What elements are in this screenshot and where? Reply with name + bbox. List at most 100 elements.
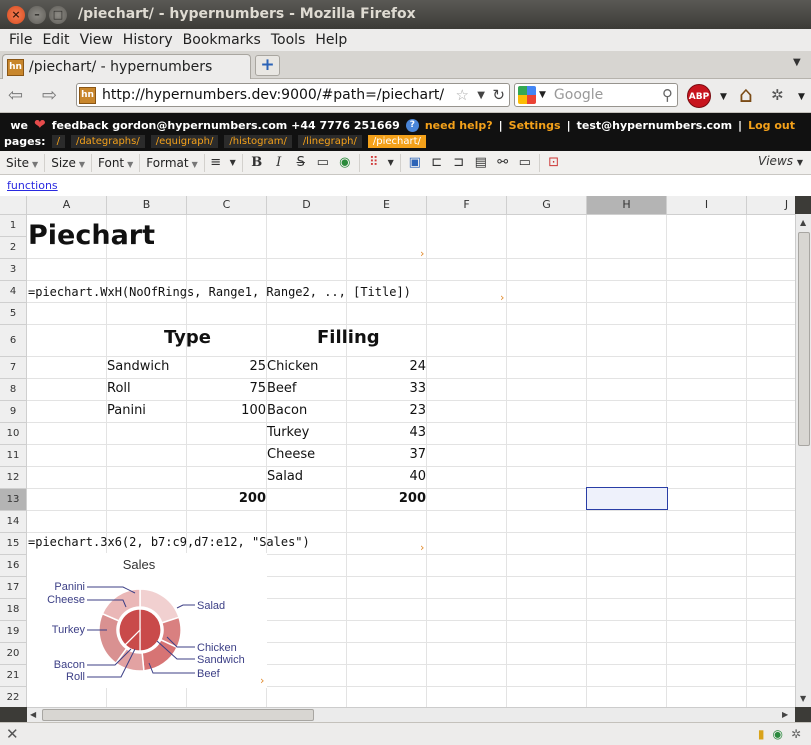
row-header[interactable]: 13 [0,489,27,511]
type-value[interactable]: 25 [187,359,266,374]
vertical-scrollbar[interactable]: ▲ ▼ [795,214,811,707]
grid-chevron-icon[interactable]: ▼ [385,154,397,172]
chart-formula[interactable]: =piechart.3x6(2, b7:c9,d7:e12, "Sales") [28,535,310,549]
home-icon[interactable]: ⌂ [739,83,753,108]
insert-row-icon[interactable]: ⊐ [448,154,470,172]
window-close-icon[interactable]: × [7,6,25,24]
row-header[interactable]: 20 [0,643,27,665]
delete-icon[interactable]: ⊡ [543,154,565,172]
fillings-total[interactable]: 200 [347,491,426,506]
filling-name[interactable]: Chicken [267,359,318,374]
filling-name[interactable]: Salad [267,469,303,484]
adblock-chevron-icon[interactable]: ▼ [720,92,727,102]
pie-chart[interactable]: Sales PaniniCheese Salad Turkey ChickenSand… [27,553,267,688]
column-header[interactable]: D [267,196,347,215]
page-link-root[interactable]: / [51,135,65,148]
column-header[interactable]: J [747,196,795,215]
align-chevron-icon[interactable]: ▼ [227,154,239,172]
menu-tools[interactable]: Tools [266,32,311,48]
row-header[interactable]: 4 [0,281,27,303]
page-link-piechart[interactable]: /piechart/ [367,135,426,148]
table-icon[interactable]: ▤ [470,154,492,172]
column-header[interactable]: E [347,196,427,215]
row-header[interactable]: 21 [0,665,27,687]
menu-help[interactable]: Help [310,32,352,48]
scroll-down-arrow-icon[interactable]: ▼ [800,694,806,703]
firebug-icon[interactable]: ✲ [771,86,784,104]
window-maximize-icon[interactable]: □ [49,6,67,24]
type-name[interactable]: Panini [107,403,146,418]
scroll-left-arrow-icon[interactable]: ◀ [30,710,36,719]
row-header[interactable]: 22 [0,687,27,707]
page-link-dategraphs[interactable]: /dategraphs/ [70,135,145,148]
bold-button[interactable]: B [246,154,268,172]
row-header[interactable]: 19 [0,621,27,643]
row-header[interactable]: 17 [0,577,27,599]
filling-name[interactable]: Cheese [267,447,315,462]
filling-value[interactable]: 33 [347,381,426,396]
help-icon[interactable]: ? [405,118,419,132]
vertical-scroll-thumb[interactable] [798,232,810,446]
menu-view[interactable]: View [75,32,118,48]
forward-arrow-icon[interactable]: ⇨ [42,85,57,106]
menu-bookmarks[interactable]: Bookmarks [178,32,266,48]
image-icon[interactable]: ▭ [312,154,334,172]
row-header[interactable]: 5 [0,303,27,325]
filling-value[interactable]: 43 [347,425,426,440]
bookmark-star-icon[interactable]: ☆ [456,86,469,104]
firebug-status-icon[interactable]: ✲ [791,727,801,741]
sheet-title[interactable]: Piechart [28,220,155,251]
row-header[interactable]: 12 [0,467,27,489]
functions-link[interactable]: functions [7,179,58,192]
column-header[interactable]: H [587,196,667,215]
column-header[interactable]: C [187,196,267,215]
page-link-linegraph[interactable]: /linegraph/ [297,135,362,148]
horizontal-scroll-thumb[interactable] [42,709,314,721]
selected-cell[interactable] [586,487,668,510]
site-identity-icon[interactable]: hn [79,86,96,104]
new-tab-button[interactable]: + [255,55,280,76]
filling-name[interactable]: Bacon [267,403,307,418]
addon-icon[interactable]: ◉ [772,727,782,741]
filling-value[interactable]: 40 [347,469,426,484]
page-link-equigraph[interactable]: /equigraph/ [150,135,219,148]
close-icon[interactable]: ✕ [6,725,19,743]
formula-description[interactable]: =piechart.WxH(NoOfRings, Range1, Range2,… [28,285,411,299]
adblock-plus-icon[interactable]: ABP [687,84,711,108]
page-link-histogram[interactable]: /histogram/ [224,135,292,148]
search-placeholder[interactable]: Google [554,87,603,103]
filling-value[interactable]: 24 [347,359,426,374]
types-total[interactable]: 200 [187,491,266,506]
size-menu[interactable]: Size ▼ [45,153,92,172]
settings-link[interactable]: Settings [509,119,561,132]
firebug-chevron-icon[interactable]: ▼ [798,92,805,102]
italic-button[interactable]: I [268,154,290,172]
type-value[interactable]: 100 [187,403,266,418]
scroll-right-arrow-icon[interactable]: ▶ [782,710,788,719]
filling-name[interactable]: Beef [267,381,297,396]
url-text[interactable]: http://hypernumbers.dev:9000/#path=/piec… [102,87,444,103]
color-icon[interactable]: ◉ [334,154,356,172]
type-name[interactable]: Roll [107,381,131,396]
row-header[interactable]: 10 [0,423,27,445]
browser-tab[interactable]: hn /piechart/ - hypernumbers [2,54,251,79]
filling-value[interactable]: 37 [347,447,426,462]
logout-link[interactable]: Log out [748,119,795,132]
row-header[interactable]: 15 [0,533,27,555]
row-header[interactable]: 3 [0,259,27,281]
filling-name[interactable]: Turkey [267,425,309,440]
column-header[interactable]: I [667,196,747,215]
strikethrough-button[interactable]: S [290,154,312,172]
type-header[interactable]: Type [164,327,211,348]
format-menu[interactable]: Format ▼ [140,153,205,172]
menu-history[interactable]: History [118,32,178,48]
font-menu[interactable]: Font ▼ [92,153,141,172]
lock-icon[interactable]: ▮ [758,727,765,741]
align-icon[interactable]: ≡ [205,154,227,172]
column-header[interactable]: B [107,196,187,215]
sheet-corner[interactable] [0,196,27,215]
search-engine-chevron-icon[interactable]: ▼ [539,90,546,100]
window-minimize-icon[interactable]: – [28,6,46,24]
search-icon[interactable]: ⚲ [662,86,673,104]
views-menu[interactable]: Views ▼ [758,154,803,168]
